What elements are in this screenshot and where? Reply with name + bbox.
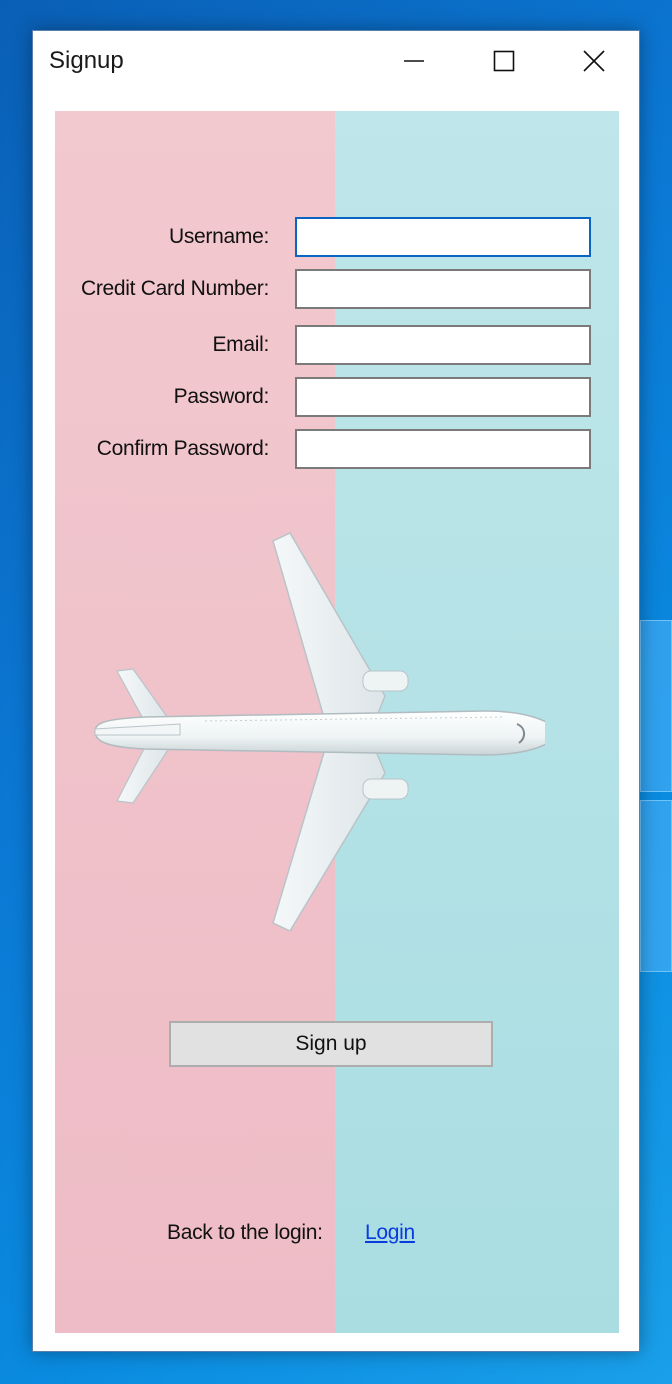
desktop-background-pane [640, 800, 672, 972]
client-area: Username: Credit Card Number: Email: Pas… [55, 111, 619, 1333]
email-row: Email: [55, 325, 619, 365]
confirm-password-label: Confirm Password: [96, 437, 270, 460]
window-title: Signup [49, 47, 124, 74]
login-link[interactable]: Login [365, 1221, 415, 1245]
credit-card-row: Credit Card Number: [55, 269, 619, 309]
password-input[interactable] [295, 377, 591, 417]
back-to-login-label: Back to the login: [167, 1221, 323, 1244]
maximize-icon [493, 50, 515, 72]
password-row: Password: [55, 377, 619, 417]
close-button[interactable] [549, 31, 639, 91]
username-input[interactable] [295, 217, 591, 257]
credit-card-input[interactable] [295, 269, 591, 309]
airplane-image [94, 532, 545, 931]
minimize-icon [404, 60, 424, 62]
minimize-button[interactable] [369, 31, 459, 91]
title-bar[interactable]: Signup [33, 31, 639, 91]
desktop-background-pane [640, 620, 672, 792]
username-row: Username: [55, 217, 619, 257]
maximize-button[interactable] [459, 31, 549, 91]
credit-card-label: Credit Card Number: [80, 277, 269, 300]
signup-button[interactable]: Sign up [169, 1021, 493, 1067]
confirm-password-input[interactable] [295, 429, 591, 469]
close-icon [583, 50, 605, 72]
email-label: Email: [212, 333, 269, 356]
signup-window: Signup Username: Credit Card Number: Ema… [32, 30, 640, 1352]
confirm-password-row: Confirm Password: [55, 429, 619, 469]
username-label: Username: [168, 225, 269, 248]
password-label: Password: [173, 385, 270, 408]
email-input[interactable] [295, 325, 591, 365]
